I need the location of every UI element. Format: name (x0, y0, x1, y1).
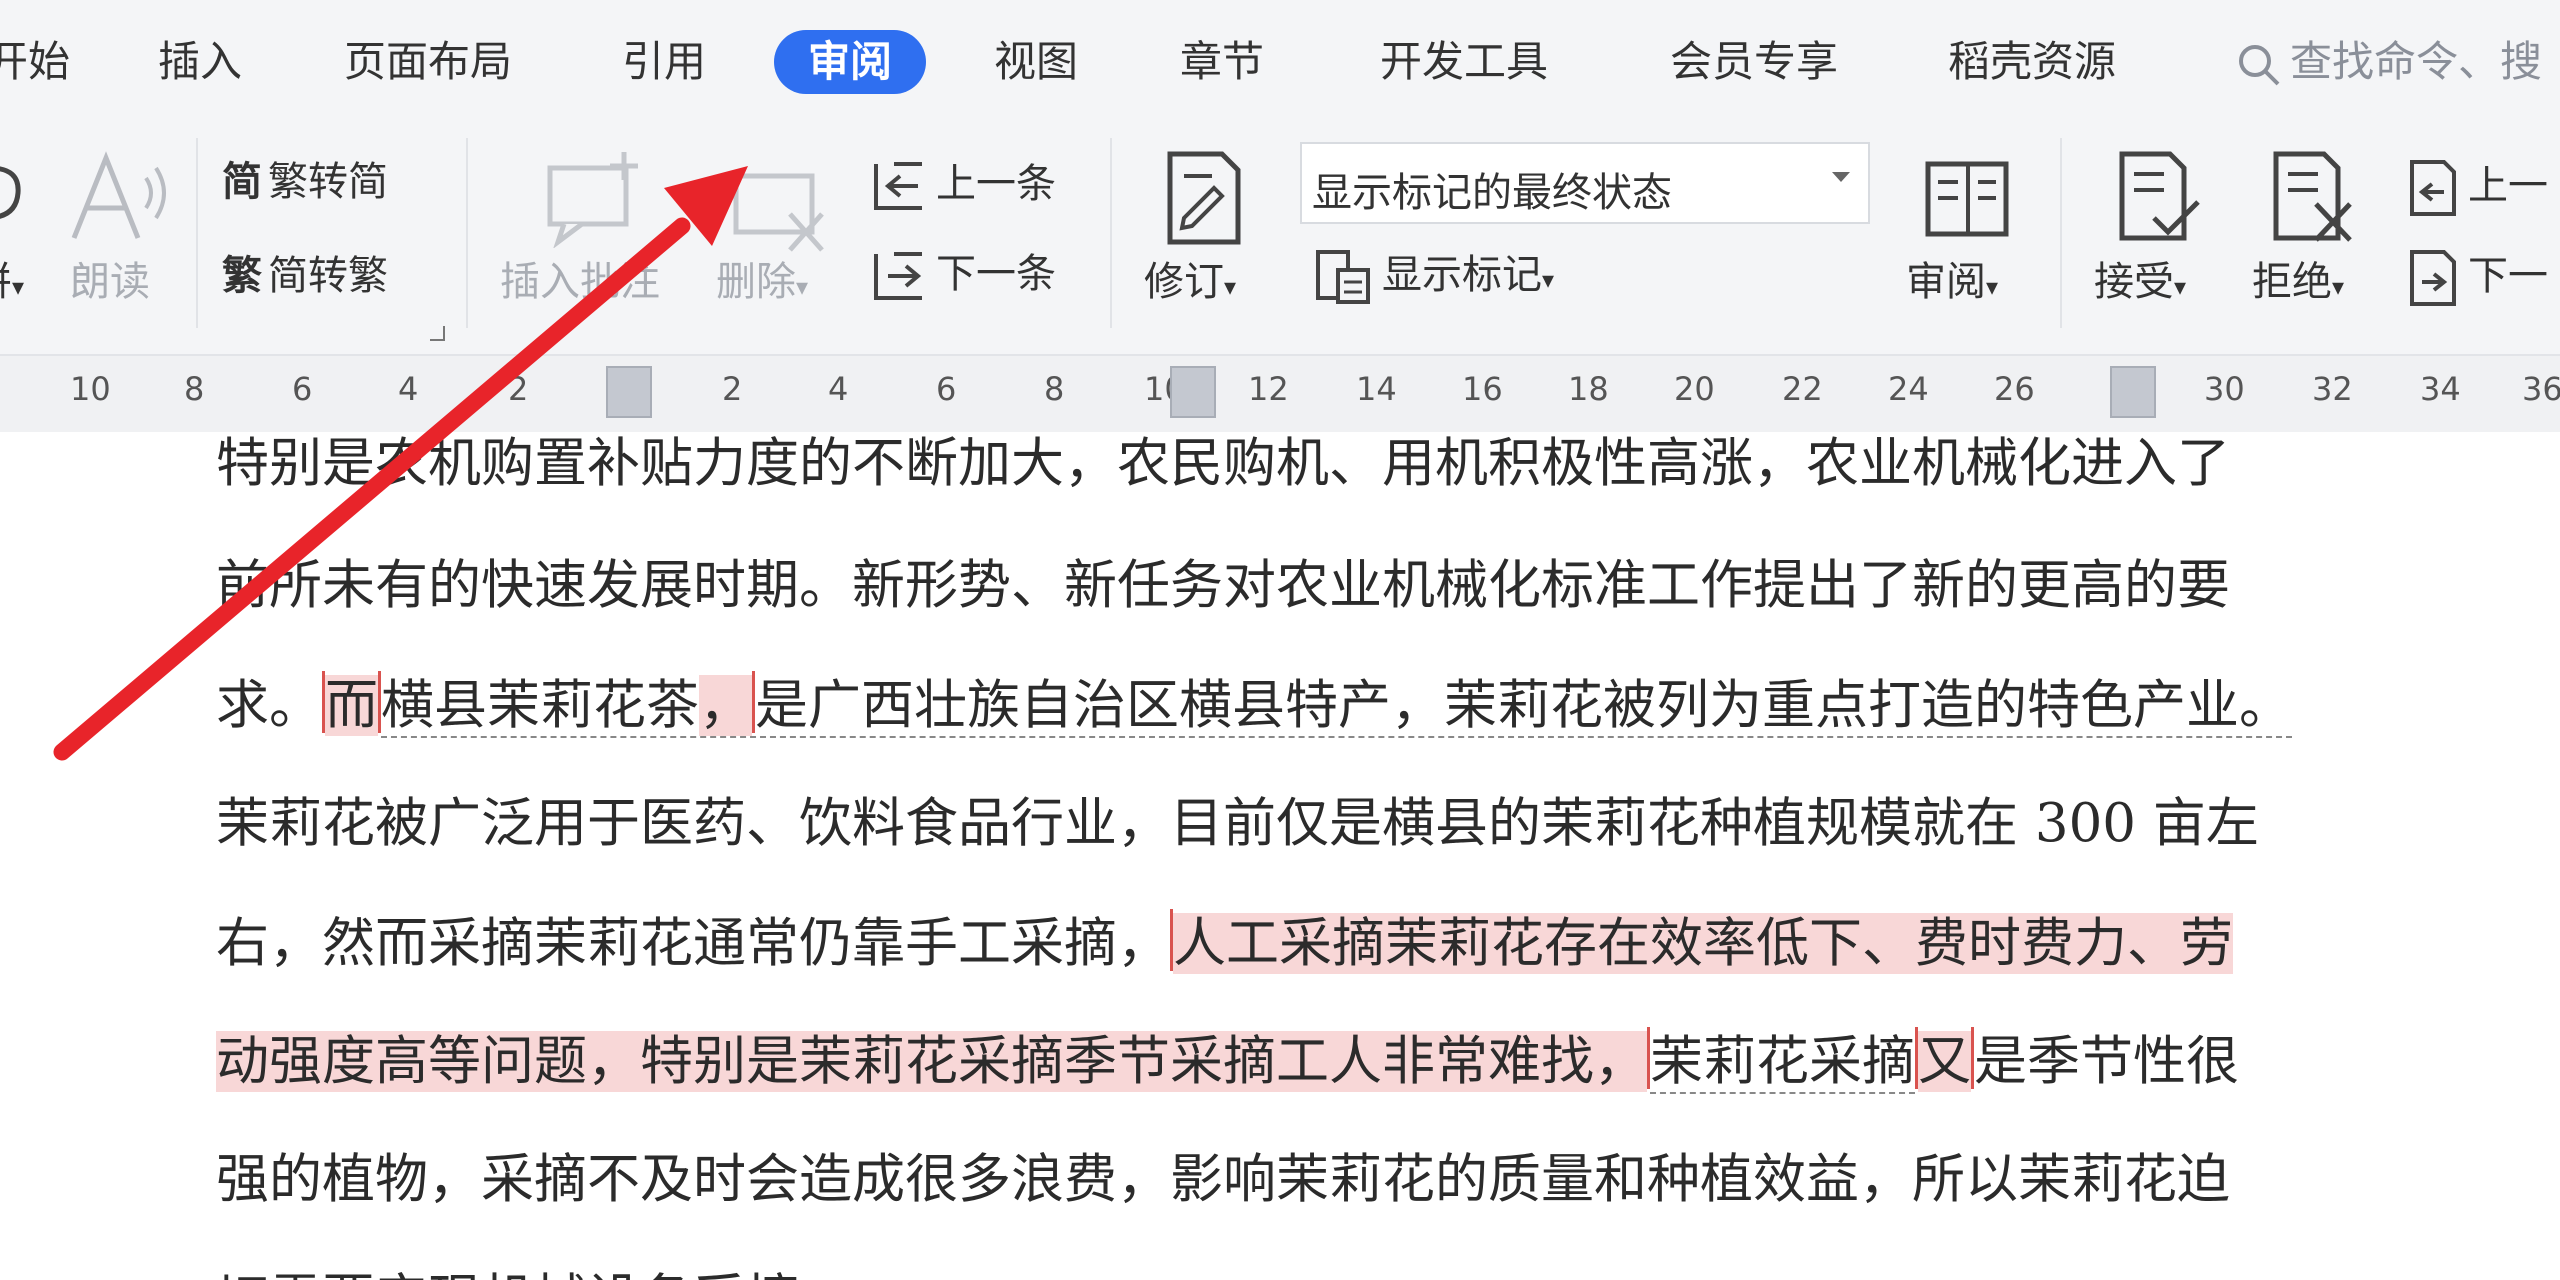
ruler-number: 4 (398, 370, 419, 408)
read-aloud-label: 朗读 (70, 259, 150, 305)
review-pane-label: 审阅▾ (1906, 259, 1999, 305)
previous-change-icon (2410, 160, 2456, 216)
doc-line: 求。而横县茉莉花茶，是广西壮族自治区横县特产，茉莉花被列为重点打造的特色产业。 (216, 670, 2292, 742)
doc-line: 强的植物，采摘不及时会造成很多浪费，影响茉莉花的质量和种植效益，所以茉莉花迫 (216, 1149, 2230, 1210)
ruler-number: 6 (292, 370, 313, 408)
tab-page-layout[interactable]: 页面布局 (344, 30, 512, 94)
simplified-trad-icon: 繁 (222, 253, 262, 299)
ruler-number: 6 (936, 370, 957, 408)
ruler-number: 22 (1782, 370, 1823, 408)
doc-line: 特别是农机购置补贴力度的不断加大，农民购机、用机积极性高涨，农业机械化进入了 (216, 433, 2230, 494)
reject-change-label: 拒绝▾ (2252, 259, 2345, 305)
review-pane-icon[interactable] (1922, 158, 2012, 240)
deleted-text: 动强度高等问题，特别是茉莉花采摘季节采摘工人非常难找， (216, 1031, 1647, 1092)
menu-tab-bar: 开始 插入 页面布局 引用 审阅 视图 章节 开发工具 会员专享 稻壳资源 查找… (0, 0, 2560, 128)
previous-comment-icon (874, 162, 922, 210)
right-indent-marker[interactable] (2110, 366, 2156, 418)
doc-line: 动强度高等问题，特别是茉莉花采摘季节采摘工人非常难找，茉莉花采摘又是季节性很 (216, 1026, 2239, 1098)
reject-change-icon[interactable] (2268, 148, 2358, 248)
doc-line: 前所未有的快速发展时期。新形势、新任务对农业机械化标准工作提出了新的更高的要 (216, 555, 2230, 616)
read-aloud-icon[interactable] (66, 148, 176, 248)
tab-review[interactable]: 审阅 (774, 30, 927, 94)
ruler-number: 16 (1462, 370, 1503, 408)
show-markup-icon (1316, 250, 1370, 304)
ruler-number: 34 (2420, 370, 2461, 408)
ruler-number: 8 (1044, 370, 1065, 408)
inserted-text: 横县茉莉花茶，是广西壮族自治区横县特产，茉莉花被列为重点打造的特色产业。 (381, 671, 2292, 738)
tab-stop-marker[interactable] (1170, 366, 1216, 418)
ribbon-separator (1110, 138, 1112, 328)
ruler-number: 24 (1888, 370, 1929, 408)
deleted-text: 人工采摘茉莉花存在效率低下、费时费力、劳 (1173, 913, 2233, 974)
insert-comment-icon[interactable] (544, 148, 644, 248)
ruler-number: 30 (2204, 370, 2245, 408)
ruler-number: 12 (1248, 370, 1289, 408)
accept-change-label: 接受▾ (2094, 259, 2187, 305)
tab-view[interactable]: 视图 (994, 30, 1078, 94)
ruler-number: 36 (2522, 370, 2560, 408)
previous-comment-button[interactable]: 上一条 (866, 158, 1056, 214)
next-change-button[interactable]: 下一 (2404, 248, 2548, 308)
ribbon-separator (466, 138, 468, 328)
tab-references[interactable]: 引用 (622, 30, 706, 94)
search-placeholder: 查找命令、搜 (2290, 37, 2543, 86)
search-input[interactable]: 查找命令、搜 (2236, 30, 2542, 94)
ruler-number: 4 (828, 370, 849, 408)
next-comment-button[interactable]: 下一条 (866, 248, 1056, 304)
review-ribbon: 拼▾ 朗读 简繁转简 繁简转繁 插入批注 删除▾ 上一条 下一条 修订▾ 显示标… (0, 128, 2560, 354)
tab-docer-resources[interactable]: 稻壳资源 (1948, 30, 2116, 94)
inserted-text: 茉莉花采摘 (1650, 1031, 1915, 1094)
ruler-number: 32 (2312, 370, 2353, 408)
ruler-number: 10 (70, 370, 111, 408)
group-expand-icon[interactable] (428, 324, 446, 342)
tab-chapter[interactable]: 章节 (1180, 30, 1264, 94)
insert-comment-label: 插入批注 (500, 259, 660, 305)
tab-insert[interactable]: 插入 (158, 30, 242, 94)
ribbon-separator (2060, 138, 2062, 328)
ruler-number: 2 (508, 370, 529, 408)
previous-change-button[interactable]: 上一 (2404, 158, 2548, 218)
ruler-number: 2 (722, 370, 743, 408)
doc-line: 切需要实现机械设备采摘。 (216, 1264, 852, 1280)
ruler-number: 20 (1674, 370, 1715, 408)
markup-mode-dropdown[interactable]: 显示标记的最终状态 (1300, 142, 1870, 224)
tab-developer-tools[interactable]: 开发工具 (1380, 30, 1548, 94)
horizontal-ruler[interactable]: 10 8 6 4 2 2 4 6 8 10 12 14 16 18 20 22 … (0, 354, 2560, 434)
accept-change-icon[interactable] (2114, 148, 2204, 248)
ruler-number: 26 (1994, 370, 2035, 408)
ruler-number: 8 (184, 370, 205, 408)
doc-line: 右，然而采摘茉莉花通常仍靠手工采摘，人工采摘茉莉花存在效率低下、费时费力、劳 (216, 908, 2233, 980)
ribbon-separator (196, 138, 198, 328)
spell-check-label: 拼▾ (0, 259, 25, 305)
ruler-number: 18 (1568, 370, 1609, 408)
tab-member-exclusive[interactable]: 会员专享 (1670, 30, 1838, 94)
document-page[interactable]: 特别是农机购置补贴力度的不断加大，农民购机、用机积极性高涨，农业机械化进入了 前… (0, 432, 2560, 1280)
left-indent-marker[interactable] (606, 366, 652, 418)
next-change-icon (2410, 250, 2456, 306)
delete-comment-label: 删除▾ (716, 259, 809, 305)
trad-to-simplified-button[interactable]: 简繁转简 (222, 158, 388, 206)
delete-comment-icon[interactable] (730, 168, 830, 258)
spell-check-icon[interactable] (0, 158, 26, 228)
chevron-down-icon (1832, 172, 1850, 182)
deleted-text: ， (699, 675, 752, 736)
trad-simplified-icon: 简 (222, 159, 262, 205)
track-changes-icon[interactable] (1162, 148, 1246, 248)
simplified-to-trad-button[interactable]: 繁简转繁 (222, 252, 388, 300)
show-markup-button[interactable]: 显示标记▾ (1312, 246, 1554, 308)
track-changes-label: 修订▾ (1144, 259, 1237, 305)
deleted-text: 又 (1918, 1031, 1971, 1092)
doc-line: 茉莉花被广泛用于医药、饮料食品行业，目前仅是横县的茉莉花种植规模就在 300 亩… (216, 793, 2259, 854)
tab-home[interactable]: 开始 (0, 30, 70, 94)
search-icon (2239, 44, 2280, 85)
deleted-text: 而 (325, 675, 378, 736)
ruler-number: 14 (1356, 370, 1397, 408)
markup-mode-value: 显示标记的最终状态 (1312, 170, 1672, 216)
next-comment-icon (874, 252, 922, 300)
